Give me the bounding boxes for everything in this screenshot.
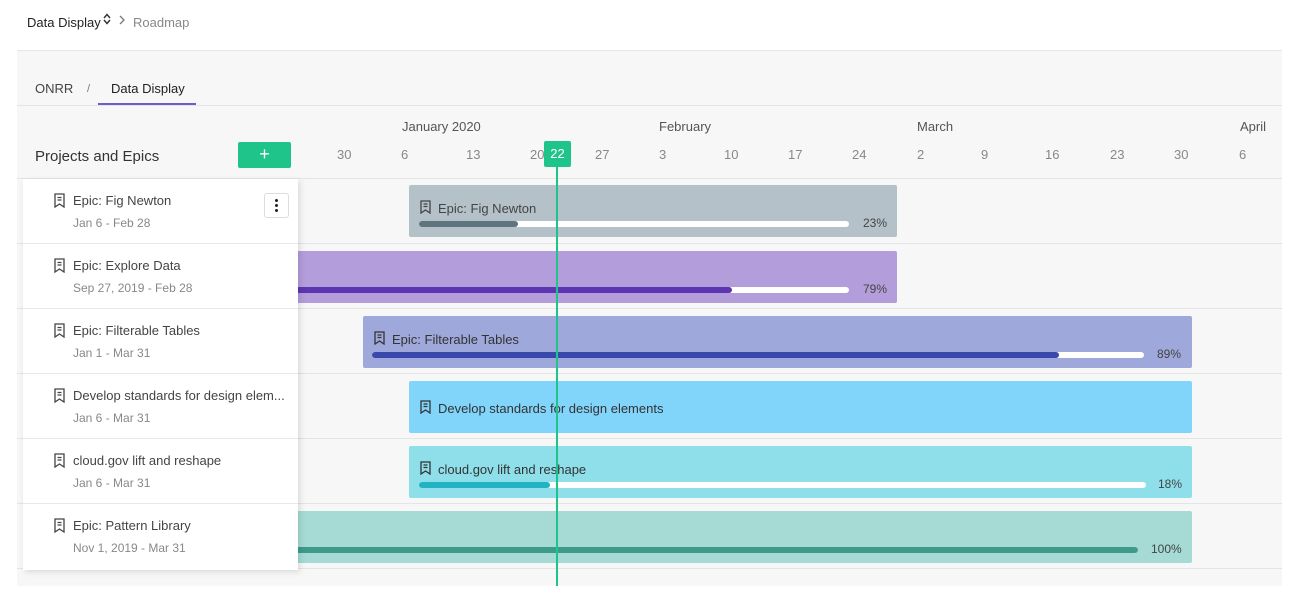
progress-fill xyxy=(419,482,550,488)
day-label: 9 xyxy=(981,147,989,162)
day-label: 30 xyxy=(337,147,352,162)
list-item[interactable]: Epic: Pattern Library Nov 1, 2019 - Mar … xyxy=(23,504,298,569)
breadcrumb-project[interactable]: Data Display xyxy=(27,15,101,30)
progress-fill xyxy=(290,287,732,293)
bookmark-list-icon xyxy=(53,258,66,274)
list-item-dates: Nov 1, 2019 - Mar 31 xyxy=(73,541,186,555)
bookmark-list-icon xyxy=(420,200,431,215)
bookmark-list-icon xyxy=(53,323,66,339)
tab-data-display[interactable]: Data Display xyxy=(111,81,185,96)
chevron-right-icon xyxy=(118,13,126,30)
list-item-dates: Jan 1 - Mar 31 xyxy=(73,346,151,360)
month-label: April xyxy=(1240,119,1267,134)
month-label: February xyxy=(659,119,712,134)
day-label: 30 xyxy=(1174,147,1189,162)
day-label: 13 xyxy=(466,147,481,162)
day-label: 24 xyxy=(852,147,867,162)
day-label: 23 xyxy=(1110,147,1125,162)
epic-list-sidebar: Epic: Fig Newton Jan 6 - Feb 28 Epic: Ex… xyxy=(23,179,298,570)
progress-track xyxy=(419,221,849,227)
gantt-bar-design-standards[interactable]: Develop standards for design elements xyxy=(409,381,1192,433)
bookmark-list-icon xyxy=(53,193,66,209)
progress-percent: 89% xyxy=(1157,347,1182,361)
day-label: 20 xyxy=(530,147,545,162)
list-item-dates: Jan 6 - Feb 28 xyxy=(73,216,151,230)
list-item-name: cloud.gov lift and reshape xyxy=(73,453,222,468)
progress-percent: 79% xyxy=(863,282,888,296)
day-label: 2 xyxy=(917,147,925,162)
gantt-bar-label: cloud.gov lift and reshape xyxy=(438,462,587,477)
bookmark-list-icon xyxy=(374,331,385,346)
today-marker-line xyxy=(556,166,558,586)
progress-fill xyxy=(419,221,518,227)
list-item-dates: Jan 6 - Mar 31 xyxy=(73,476,151,490)
list-item-dates: Sep 27, 2019 - Feb 28 xyxy=(73,281,193,295)
list-item[interactable]: Epic: Filterable Tables Jan 1 - Mar 31 xyxy=(23,309,298,374)
more-vertical-icon[interactable] xyxy=(264,193,289,218)
breadcrumb-page[interactable]: Roadmap xyxy=(133,15,189,30)
list-item[interactable]: Epic: Fig Newton Jan 6 - Feb 28 xyxy=(23,179,298,244)
bookmark-list-icon xyxy=(53,453,66,469)
bookmark-list-icon xyxy=(420,461,431,476)
list-item-name: Epic: Fig Newton xyxy=(73,193,172,208)
top-bar: Data Display Roadmap xyxy=(0,0,1294,48)
bookmark-list-icon xyxy=(53,388,66,404)
gantt-bar-filterable-tables[interactable]: Epic: Filterable Tables 89% xyxy=(363,316,1192,368)
day-label: 27 xyxy=(595,147,610,162)
list-item[interactable]: cloud.gov lift and reshape Jan 6 - Mar 3… xyxy=(23,439,298,504)
day-label: 6 xyxy=(401,147,409,162)
list-item-name: Develop standards for design elem... xyxy=(73,388,285,403)
gantt-bar-fig-newton[interactable]: Epic: Fig Newton 23% xyxy=(409,185,897,237)
list-item-name: Epic: Filterable Tables xyxy=(73,323,200,338)
day-label: 16 xyxy=(1045,147,1060,162)
progress-fill xyxy=(290,547,1138,553)
day-label: 10 xyxy=(724,147,739,162)
day-label: 17 xyxy=(788,147,803,162)
tab-onrr[interactable]: ONRR xyxy=(35,81,73,96)
projects-epics-title: Projects and Epics xyxy=(35,148,160,165)
month-label: January 2020 xyxy=(402,119,481,134)
tab-separator: / xyxy=(87,83,91,95)
bookmark-list-icon xyxy=(53,518,66,534)
gantt-bar-label: Epic: Filterable Tables xyxy=(392,332,519,347)
progress-track xyxy=(419,482,1146,488)
gantt-bar-label: Epic: Fig Newton xyxy=(438,201,537,216)
list-item-name: Epic: Explore Data xyxy=(73,258,181,273)
progress-fill xyxy=(372,352,1060,358)
gantt-bar-cloudgov[interactable]: cloud.gov lift and reshape 18% xyxy=(409,446,1192,498)
progress-track xyxy=(290,547,1138,553)
list-item[interactable]: Develop standards for design elem... Jan… xyxy=(23,374,298,439)
progress-percent: 23% xyxy=(863,216,888,230)
list-item-dates: Jan 6 - Mar 31 xyxy=(73,411,151,425)
gantt-bar-label: Develop standards for design elements xyxy=(438,401,664,416)
add-epic-button[interactable]: + xyxy=(238,142,291,168)
day-label: 6 xyxy=(1239,147,1247,162)
progress-track xyxy=(290,287,849,293)
bookmark-list-icon xyxy=(420,400,431,415)
sort-caret-icon[interactable] xyxy=(103,13,111,26)
gantt-bar-explore-data[interactable]: 79% xyxy=(290,251,897,303)
list-item-name: Epic: Pattern Library xyxy=(73,518,191,533)
progress-percent: 100% xyxy=(1151,542,1182,556)
month-label: March xyxy=(917,119,954,134)
gantt-bar-pattern-library[interactable]: 100% xyxy=(290,511,1192,563)
active-tab-indicator xyxy=(98,103,196,105)
progress-percent: 18% xyxy=(1158,477,1183,491)
timeline-header: January 2020 February March April 30 6 1… xyxy=(17,106,1282,179)
day-label: 3 xyxy=(659,147,667,162)
progress-track xyxy=(372,352,1144,358)
list-item[interactable]: Epic: Explore Data Sep 27, 2019 - Feb 28 xyxy=(23,244,298,309)
project-tabs: ONRR / Data Display xyxy=(17,50,1282,106)
today-marker: 22 xyxy=(544,141,571,167)
